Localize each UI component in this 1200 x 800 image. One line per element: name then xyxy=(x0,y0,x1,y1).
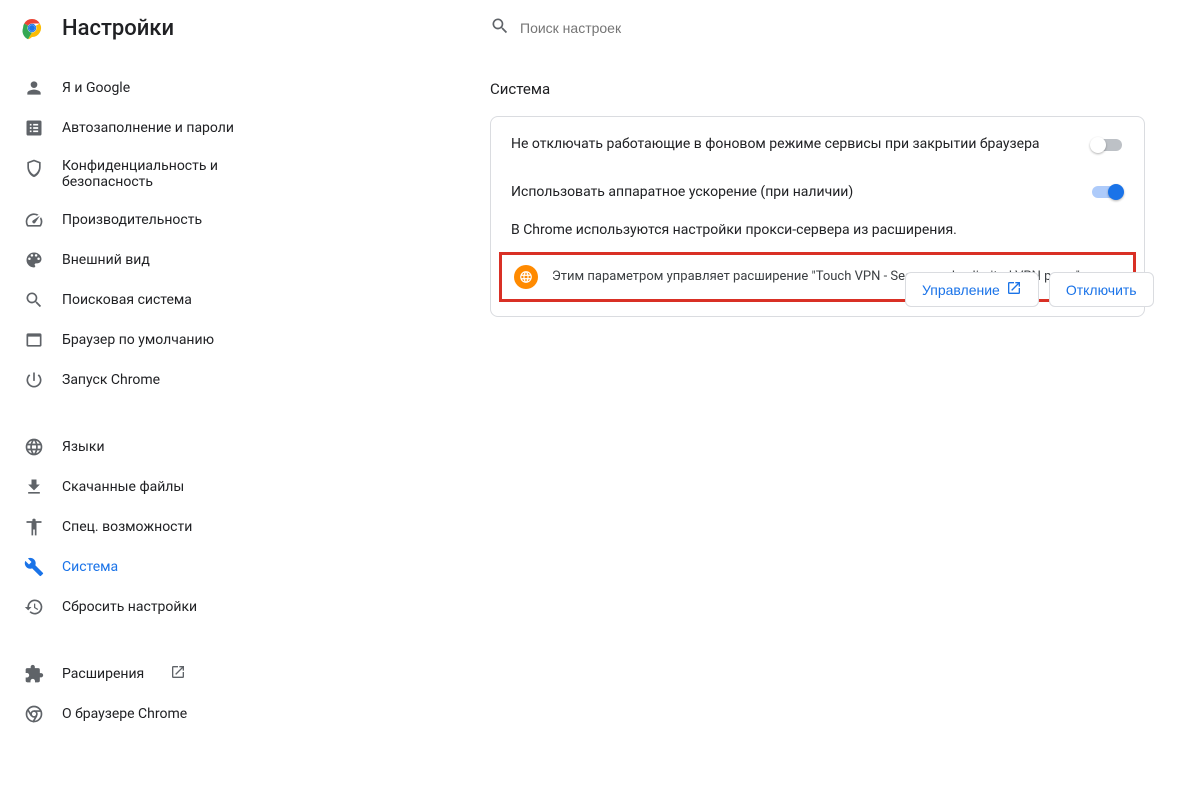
open-external-icon xyxy=(170,664,186,684)
speed-icon xyxy=(24,210,44,230)
hardware-accel-row: Использовать аппаратное ускорение (при н… xyxy=(491,169,1144,217)
sidebar-item-languages[interactable]: Языки xyxy=(0,427,280,467)
sidebar-item-privacy[interactable]: Конфиденциальность и безопасность xyxy=(0,148,280,200)
sidebar-item-label: Внешний вид xyxy=(62,252,150,268)
proxy-note: В Chrome используются настройки прокси-с… xyxy=(491,216,1144,252)
sidebar-item-accessibility[interactable]: Спец. возможности xyxy=(0,507,280,547)
manage-extension-button[interactable]: Управление xyxy=(905,272,1039,307)
accessibility-icon xyxy=(24,517,44,537)
chrome-logo-icon xyxy=(20,16,44,40)
sidebar-item-appearance[interactable]: Внешний вид xyxy=(0,240,280,280)
sidebar-item-about[interactable]: О браузере Chrome xyxy=(0,694,280,734)
power-icon xyxy=(24,370,44,390)
sidebar-item-performance[interactable]: Производительность xyxy=(0,200,280,240)
sidebar-item-label: Спец. возможности xyxy=(62,519,192,535)
sidebar-item-label: Система xyxy=(62,559,118,575)
chrome-outline-icon xyxy=(24,704,44,724)
browser-icon xyxy=(24,330,44,350)
search-icon xyxy=(490,16,520,40)
sidebar-item-reset[interactable]: Сбросить настройки xyxy=(0,587,280,627)
sidebar-item-label: Скачанные файлы xyxy=(62,479,184,495)
sidebar-item-label: Сбросить настройки xyxy=(62,599,197,615)
search-icon xyxy=(24,290,44,310)
sidebar-item-label: Поисковая система xyxy=(62,292,192,308)
sidebar-item-label: О браузере Chrome xyxy=(62,706,187,722)
sidebar-item-default-browser[interactable]: Браузер по умолчанию xyxy=(0,320,280,360)
sidebar-item-label: Конфиденциальность и безопасность xyxy=(62,158,242,190)
person-icon xyxy=(24,78,44,98)
hardware-accel-toggle[interactable] xyxy=(1090,183,1124,201)
wrench-icon xyxy=(24,557,44,577)
sidebar-item-system[interactable]: Система xyxy=(0,547,280,587)
search-container[interactable] xyxy=(490,16,820,40)
sidebar-item-you-and-google[interactable]: Я и Google xyxy=(0,68,280,108)
search-input[interactable] xyxy=(520,20,820,36)
sidebar-item-label: Запуск Chrome xyxy=(62,372,160,388)
background-services-label: Не отключать работающие в фоновом режиме… xyxy=(511,135,1090,155)
sidebar-item-autofill[interactable]: Автозаполнение и пароли xyxy=(0,108,280,148)
hardware-accel-label: Использовать аппаратное ускорение (при н… xyxy=(511,183,1090,203)
disable-button-label: Отключить xyxy=(1066,282,1137,298)
extension-globe-icon xyxy=(514,265,538,289)
sidebar-item-search-engine[interactable]: Поисковая система xyxy=(0,280,280,320)
sidebar-item-on-startup[interactable]: Запуск Chrome xyxy=(0,360,280,400)
sidebar-item-extensions[interactable]: Расширения xyxy=(0,654,280,694)
sidebar-item-label: Браузер по умолчанию xyxy=(62,332,214,348)
sidebar: Я и Google Автозаполнение и пароли Конфи… xyxy=(0,56,280,800)
manage-button-label: Управление xyxy=(922,282,1000,298)
page-title: Настройки xyxy=(62,16,174,41)
section-title: Система xyxy=(490,80,1200,98)
extension-icon xyxy=(24,664,44,684)
shield-icon xyxy=(24,158,44,178)
sidebar-item-label: Автозаполнение и пароли xyxy=(62,120,234,136)
globe-icon xyxy=(24,437,44,457)
download-icon xyxy=(24,477,44,497)
main-content: Система Не отключать работающие в фоново… xyxy=(280,56,1200,800)
open-external-icon xyxy=(1006,280,1022,299)
disable-extension-button[interactable]: Отключить xyxy=(1049,272,1154,307)
autofill-icon xyxy=(24,118,44,138)
sidebar-item-downloads[interactable]: Скачанные файлы xyxy=(0,467,280,507)
restore-icon xyxy=(24,597,44,617)
background-services-row: Не отключать работающие в фоновом режиме… xyxy=(491,121,1144,169)
sidebar-item-label: Языки xyxy=(62,439,105,455)
sidebar-item-label: Расширения xyxy=(62,666,144,682)
sidebar-item-label: Производительность xyxy=(62,212,202,228)
sidebar-item-label: Я и Google xyxy=(62,80,130,96)
palette-icon xyxy=(24,250,44,270)
background-services-toggle[interactable] xyxy=(1090,136,1124,154)
